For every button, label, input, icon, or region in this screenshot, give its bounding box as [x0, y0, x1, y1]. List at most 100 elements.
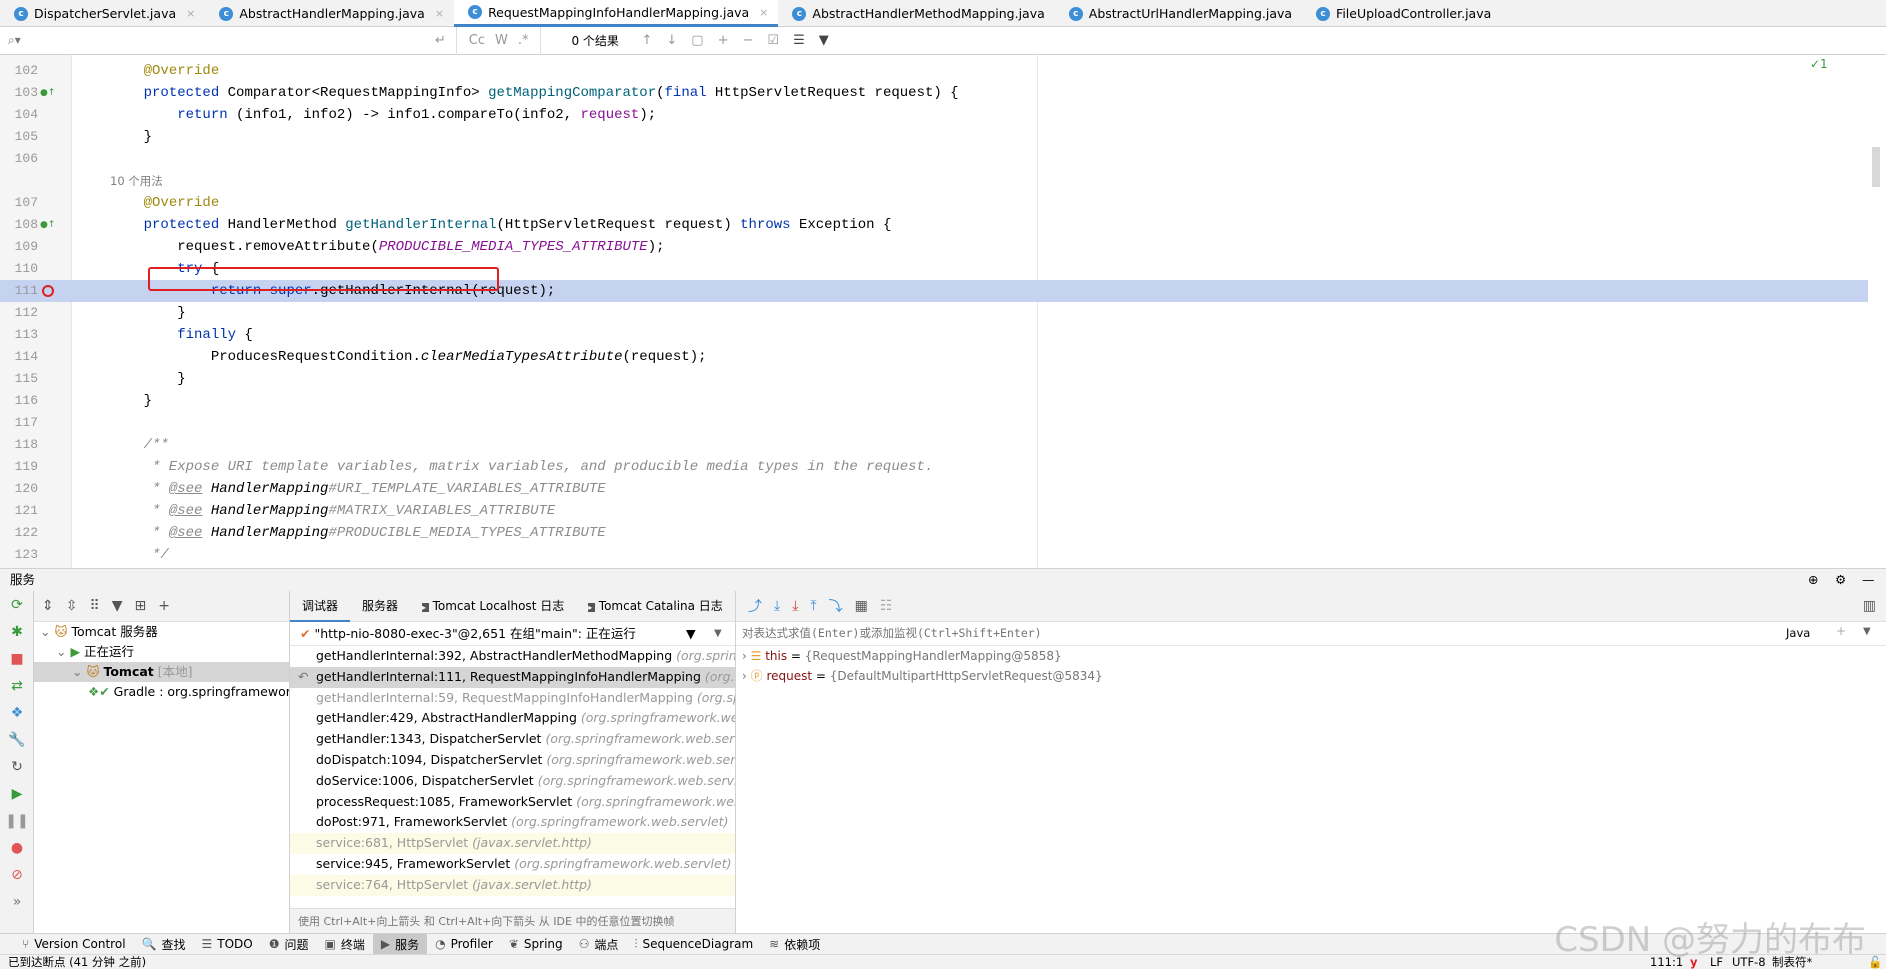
newline-icon[interactable]: ↵ — [435, 33, 446, 48]
drop-frame-icon[interactable]: ↶ — [298, 667, 308, 688]
code-editor[interactable]: 102 @Override 103 ●↑ protected Comparator<… — [0, 55, 1886, 568]
add-selection-icon[interactable]: + — [718, 33, 729, 48]
add-service-icon[interactable]: + — [158, 598, 170, 614]
stack-frame[interactable]: doService:1006, DispatcherServlet (org.s… — [290, 771, 735, 792]
tool-window-button[interactable]: ❦ Spring — [501, 934, 571, 955]
stack-frame[interactable]: service:764, HttpServlet (javax.servlet.… — [290, 874, 735, 896]
previous-occurrence-icon[interactable]: ↑ — [641, 33, 652, 48]
stack-frame[interactable]: getHandler:429, AbstractHandlerMapping (… — [290, 708, 735, 729]
tree-item[interactable]: ⌄ ▶ 正在运行 — [34, 642, 289, 662]
stack-frame[interactable]: doDispatch:1094, DispatcherServlet (org.… — [290, 750, 735, 771]
tool-window-button[interactable]: 🔍 查找 — [134, 934, 194, 955]
language-selector[interactable]: Java — [1786, 626, 1810, 640]
select-all-occurrences-icon[interactable]: ☑ — [767, 33, 779, 48]
next-occurrence-icon[interactable]: ↓ — [666, 33, 677, 48]
tool-window-button[interactable]: ⫶ SequenceDiagram — [626, 934, 761, 955]
chevron-down-icon[interactable]: ⌄ — [40, 624, 54, 639]
refresh-icon[interactable]: ↻ — [0, 753, 34, 780]
editor-scrollbar[interactable] — [1872, 147, 1880, 187]
tree-item[interactable]: ⌄ 🐱 Tomcat [本地] — [34, 662, 289, 682]
resume-icon[interactable]: ▶ — [0, 780, 34, 807]
stack-frame[interactable]: getHandlerInternal:392, AbstractHandlerM… — [290, 646, 735, 667]
target-icon[interactable]: ⊕ — [1808, 569, 1818, 591]
collapse-all-icon[interactable]: ⇳ — [66, 598, 78, 614]
debugger-tab[interactable]: 调试器 — [290, 591, 351, 622]
step-out-icon[interactable]: ⤒ — [810, 598, 816, 614]
stack-frame[interactable]: service:945, FrameworkServlet (org.sprin… — [290, 854, 735, 875]
close-icon[interactable]: × — [186, 7, 195, 20]
run-to-cursor-icon[interactable]: ⤵ — [829, 596, 843, 616]
close-icon[interactable]: × — [759, 6, 768, 19]
tab-requestmappinginfohandlermapping[interactable]: c RequestMappingInfoHandlerMapping.java × — [454, 0, 779, 27]
layout-icon[interactable]: ▥ — [1863, 598, 1876, 614]
stack-frame[interactable]: getHandler:1343, DispatcherServlet (org.… — [290, 729, 735, 750]
group-icon[interactable]: ⠿ — [89, 598, 99, 614]
tool-window-button[interactable]: ⑂ Version Control — [14, 934, 134, 955]
evaluate-expression-icon[interactable]: ▦ — [855, 598, 868, 614]
trace-icon[interactable]: ☷ — [880, 598, 893, 614]
stop-icon[interactable]: ■ — [0, 645, 34, 672]
breakpoint-icon[interactable] — [42, 285, 54, 297]
show-execution-point-icon[interactable]: ⤴ — [748, 596, 762, 616]
chevron-down-icon[interactable]: ⌄ — [56, 644, 70, 659]
regex-button[interactable]: .* — [518, 33, 529, 48]
tab-abstracturlhandlermapping[interactable]: c AbstractUrlHandlerMapping.java — [1055, 0, 1302, 27]
rerun-icon[interactable]: ⟳ — [0, 591, 34, 618]
stack-frame[interactable]: doPost:971, FrameworkServlet (org.spring… — [290, 812, 735, 833]
inspection-indicator[interactable]: ✓1 — [1810, 57, 1828, 71]
dropdown-icon[interactable]: ▼ — [1863, 626, 1871, 637]
words-button[interactable]: W — [495, 33, 508, 48]
tool-window-button[interactable]: ≋ 依赖项 — [761, 934, 828, 955]
view-breakpoints-icon[interactable]: ● — [0, 834, 34, 861]
lock-icon[interactable]: 🔓 — [1868, 955, 1882, 969]
debugger-tab[interactable]: 服务器 — [350, 591, 410, 622]
filter-icon[interactable]: ▼ — [112, 598, 123, 614]
override-gutter-icon[interactable]: ●↑ — [40, 82, 55, 104]
tree-item[interactable]: ❖✔ Gradle : org.springframework — [34, 682, 289, 702]
close-icon[interactable]: × — [435, 7, 444, 20]
tool-window-button[interactable]: ❶ 问题 — [261, 934, 317, 955]
debug-icon[interactable]: ✱ — [0, 618, 34, 645]
more-icon[interactable]: » — [0, 888, 34, 915]
debugger-tab[interactable]: ▸ Tomcat Catalina 日志 — [576, 591, 735, 622]
match-case-button[interactable]: Cc — [469, 33, 485, 48]
override-gutter-icon[interactable]: ●↑ — [40, 214, 55, 236]
deploy-icon[interactable]: ⇄ — [0, 672, 34, 699]
tab-dispatcherservlet[interactable]: c DispatcherServlet.java × — [0, 0, 205, 27]
variable-row[interactable]: › ☰ this = {RequestMappingHandlerMapping… — [736, 646, 1886, 666]
select-all-icon[interactable]: ▢ — [691, 33, 703, 48]
stack-frame[interactable]: getHandlerInternal:59, RequestMappingInf… — [290, 688, 735, 709]
stack-frame[interactable]: service:681, HttpServlet (javax.servlet.… — [290, 833, 735, 854]
chevron-right-icon[interactable]: › — [742, 669, 751, 683]
tool-window-button[interactable]: ◔ Profiler — [427, 934, 501, 955]
chevron-down-icon[interactable]: ⌄ — [72, 664, 86, 679]
tab-abstracthandlermapping[interactable]: c AbstractHandlerMapping.java × — [205, 0, 454, 27]
pause-icon[interactable]: ❚❚ — [0, 807, 34, 834]
usages-hint[interactable]: 10 个用法 — [110, 170, 163, 192]
tool-window-button[interactable]: ☰ TODO — [194, 934, 261, 955]
filter-icon[interactable]: ▼ — [819, 33, 829, 48]
tab-abstracthandlermethodmapping[interactable]: c AbstractHandlerMethodMapping.java — [778, 0, 1054, 27]
settings-gear-icon[interactable]: ⚙ — [1835, 569, 1846, 591]
tool-window-button[interactable]: ⚇ 端点 — [571, 934, 627, 955]
dropdown-icon[interactable]: ▼ — [714, 622, 722, 646]
tool-window-button[interactable]: ▣ 终端 — [317, 934, 373, 955]
tool-window-button[interactable]: ▶ 服务 — [372, 933, 428, 955]
tab-fileuploadcontroller[interactable]: c FileUploadController.java — [1302, 0, 1501, 27]
evaluate-field[interactable]: Java + ▼ — [736, 622, 1886, 646]
thread-selector[interactable]: ✔ "http-nio-8080-exec-3"@2,651 在组"main":… — [290, 622, 735, 646]
chevron-right-icon[interactable]: › — [742, 649, 751, 663]
mute-breakpoints-icon[interactable]: ⊘ — [0, 861, 34, 888]
step-over-icon[interactable]: ⤓ — [774, 598, 780, 614]
tree-item[interactable]: ⌄ 🐱 Tomcat 服务器 — [34, 622, 289, 642]
debugger-tab[interactable]: ▸ Tomcat Localhost 日志 — [410, 591, 576, 622]
stack-frame[interactable]: ↶ getHandlerInternal:111, RequestMappingI… — [290, 666, 735, 688]
filter-icon[interactable]: ▼ — [686, 622, 696, 646]
stack-frame[interactable]: processRequest:1085, FrameworkServlet (o… — [290, 792, 735, 813]
search-icon[interactable]: ⌕▾ — [8, 33, 21, 48]
search-input[interactable] — [26, 33, 367, 48]
artifacts-icon[interactable]: ❖ — [0, 699, 34, 726]
remove-selection-icon[interactable]: − — [743, 33, 754, 48]
filter-options-icon[interactable]: ☰ — [793, 33, 805, 48]
wrench-icon[interactable]: 🔧 — [0, 726, 34, 753]
